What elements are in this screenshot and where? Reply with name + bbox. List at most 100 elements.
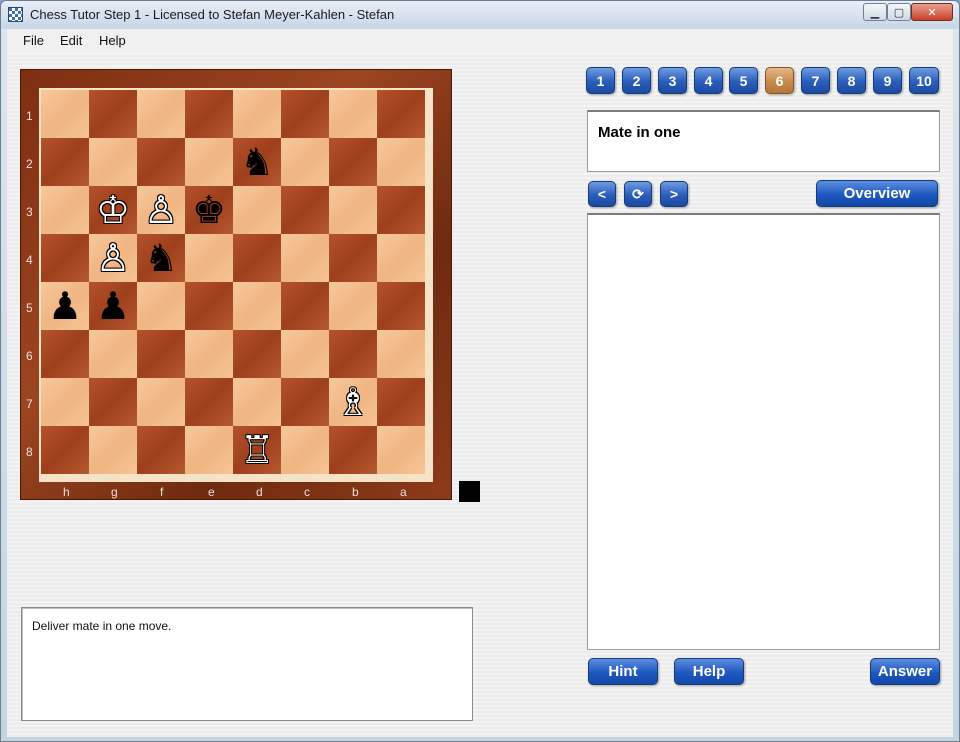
exercise-button-3[interactable]: 3: [658, 67, 687, 94]
square-b6[interactable]: [329, 330, 377, 378]
square-a5[interactable]: [377, 282, 425, 330]
square-f3[interactable]: ♙: [137, 186, 185, 234]
exercise-button-1[interactable]: 1: [586, 67, 615, 94]
square-a2[interactable]: [377, 138, 425, 186]
square-g6[interactable]: [89, 330, 137, 378]
square-h7[interactable]: [41, 378, 89, 426]
square-f5[interactable]: [137, 282, 185, 330]
white-pawn-icon[interactable]: ♙: [96, 234, 130, 282]
square-a7[interactable]: [377, 378, 425, 426]
black-king-icon[interactable]: ♚: [192, 186, 226, 234]
square-a4[interactable]: [377, 234, 425, 282]
square-b5[interactable]: [329, 282, 377, 330]
square-g2[interactable]: [89, 138, 137, 186]
square-h5[interactable]: ♟: [41, 282, 89, 330]
square-h1[interactable]: [41, 90, 89, 138]
exercise-button-4[interactable]: 4: [694, 67, 723, 94]
square-b2[interactable]: [329, 138, 377, 186]
answer-button[interactable]: Answer: [870, 658, 940, 685]
square-c1[interactable]: [281, 90, 329, 138]
square-f7[interactable]: [137, 378, 185, 426]
square-h3[interactable]: [41, 186, 89, 234]
title-bar[interactable]: Chess Tutor Step 1 - Licensed to Stefan …: [1, 1, 959, 29]
square-d5[interactable]: [233, 282, 281, 330]
square-h6[interactable]: [41, 330, 89, 378]
square-e1[interactable]: [185, 90, 233, 138]
exercise-button-8[interactable]: 8: [837, 67, 866, 94]
square-a1[interactable]: [377, 90, 425, 138]
menu-edit[interactable]: Edit: [60, 33, 82, 48]
exercise-button-7[interactable]: 7: [801, 67, 830, 94]
square-e8[interactable]: [185, 426, 233, 474]
reset-icon[interactable]: ⟳: [624, 181, 652, 207]
square-d4[interactable]: [233, 234, 281, 282]
overview-button[interactable]: Overview: [816, 180, 938, 207]
square-f2[interactable]: [137, 138, 185, 186]
square-f1[interactable]: [137, 90, 185, 138]
square-g5[interactable]: ♟: [89, 282, 137, 330]
square-g7[interactable]: [89, 378, 137, 426]
rank-label-7: 7: [26, 397, 33, 411]
square-c5[interactable]: [281, 282, 329, 330]
white-king-icon[interactable]: ♔: [96, 186, 130, 234]
square-d2[interactable]: ♞: [233, 138, 281, 186]
exercise-button-9[interactable]: 9: [873, 67, 902, 94]
previous-button[interactable]: <: [588, 181, 616, 207]
black-knight-icon[interactable]: ♞: [144, 234, 178, 282]
square-c4[interactable]: [281, 234, 329, 282]
square-d7[interactable]: [233, 378, 281, 426]
square-a3[interactable]: [377, 186, 425, 234]
exercise-button-6[interactable]: 6: [765, 67, 794, 94]
exercise-button-2[interactable]: 2: [622, 67, 651, 94]
square-e2[interactable]: [185, 138, 233, 186]
exercise-button-5[interactable]: 5: [729, 67, 758, 94]
square-f6[interactable]: [137, 330, 185, 378]
square-g4[interactable]: ♙: [89, 234, 137, 282]
close-button[interactable]: ✕: [911, 3, 953, 21]
square-c3[interactable]: [281, 186, 329, 234]
square-c6[interactable]: [281, 330, 329, 378]
square-e6[interactable]: [185, 330, 233, 378]
hint-button[interactable]: Hint: [588, 658, 658, 685]
next-button[interactable]: >: [660, 181, 688, 207]
square-h4[interactable]: [41, 234, 89, 282]
square-d8[interactable]: ♖: [233, 426, 281, 474]
square-h8[interactable]: [41, 426, 89, 474]
square-c7[interactable]: [281, 378, 329, 426]
help-button[interactable]: Help: [674, 658, 744, 685]
exercise-button-10[interactable]: 10: [909, 67, 939, 94]
square-d1[interactable]: [233, 90, 281, 138]
square-e3[interactable]: ♚: [185, 186, 233, 234]
menu-help[interactable]: Help: [99, 33, 126, 48]
black-knight-icon[interactable]: ♞: [240, 138, 274, 186]
black-pawn-icon[interactable]: ♟: [48, 282, 82, 330]
menu-file[interactable]: File: [23, 33, 44, 48]
square-d3[interactable]: [233, 186, 281, 234]
square-f4[interactable]: ♞: [137, 234, 185, 282]
square-b3[interactable]: [329, 186, 377, 234]
square-b7[interactable]: ♗: [329, 378, 377, 426]
white-bishop-icon[interactable]: ♗: [336, 378, 370, 426]
white-rook-icon[interactable]: ♖: [240, 426, 274, 474]
square-b4[interactable]: [329, 234, 377, 282]
maximize-button[interactable]: ▢: [887, 3, 911, 21]
chessboard-icon[interactable]: [8, 7, 23, 22]
square-a6[interactable]: [377, 330, 425, 378]
square-g8[interactable]: [89, 426, 137, 474]
square-b8[interactable]: [329, 426, 377, 474]
square-h2[interactable]: [41, 138, 89, 186]
square-c8[interactable]: [281, 426, 329, 474]
white-pawn-icon[interactable]: ♙: [144, 186, 178, 234]
square-e7[interactable]: [185, 378, 233, 426]
square-e5[interactable]: [185, 282, 233, 330]
square-c2[interactable]: [281, 138, 329, 186]
square-g1[interactable]: [89, 90, 137, 138]
minimize-button[interactable]: ▁: [863, 3, 887, 21]
square-b1[interactable]: [329, 90, 377, 138]
square-g3[interactable]: ♔: [89, 186, 137, 234]
square-d6[interactable]: [233, 330, 281, 378]
square-a8[interactable]: [377, 426, 425, 474]
black-pawn-icon[interactable]: ♟: [96, 282, 130, 330]
square-e4[interactable]: [185, 234, 233, 282]
square-f8[interactable]: [137, 426, 185, 474]
